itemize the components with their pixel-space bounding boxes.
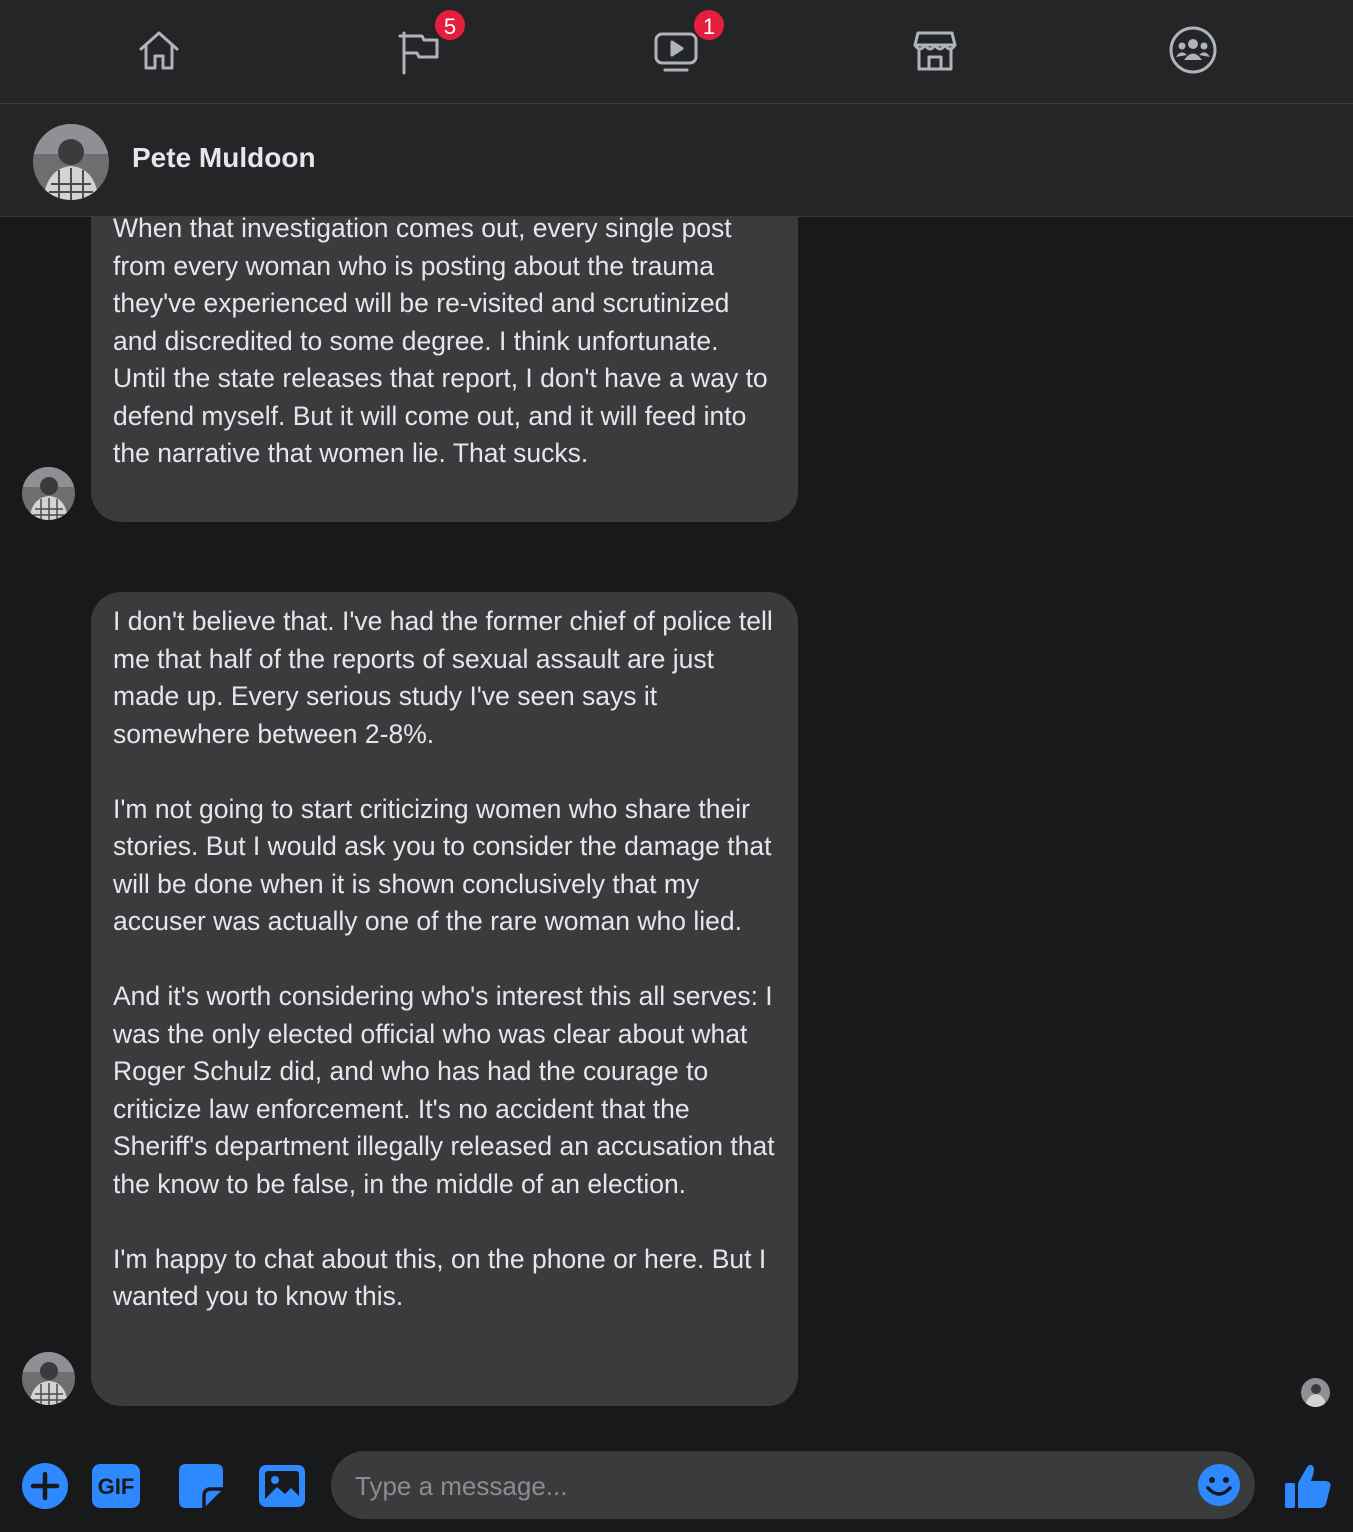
notification-badge: 5 [433,8,467,42]
nav-home[interactable] [131,22,187,78]
profile-photo-icon [22,467,75,520]
emoji-icon[interactable] [1197,1463,1241,1507]
gif-button[interactable]: GIF [91,1461,141,1511]
avatar[interactable] [33,124,109,200]
plus-circle-icon [22,1463,68,1509]
message-input-container [331,1451,1255,1521]
more-actions-button[interactable] [20,1461,70,1511]
thumbs-up-icon [1285,1464,1331,1508]
message-input[interactable] [353,1451,1187,1521]
nav-watch[interactable]: 1 [648,8,726,78]
nav-pages[interactable]: 5 [389,8,467,78]
contact-name[interactable]: Pete Muldoon [132,142,316,174]
sticker-icon [179,1464,223,1508]
groups-icon [1169,26,1217,74]
message-bubble[interactable]: When that investigation comes out, every… [91,217,798,522]
conversation-header: Pete Muldoon [0,104,1353,217]
marketplace-icon [913,31,957,71]
message-bubble[interactable]: I don't believe that. I've had the forme… [91,592,798,1406]
profile-photo-icon [1301,1378,1330,1407]
profile-photo-icon [22,1352,75,1405]
home-icon [139,31,179,70]
avatar[interactable] [22,1352,75,1405]
avatar[interactable] [22,467,75,520]
sticker-button[interactable] [176,1461,226,1511]
image-icon [259,1465,305,1507]
photo-button[interactable] [257,1461,307,1511]
nav-marketplace[interactable] [907,22,963,78]
svg-text:GIF: GIF [98,1474,135,1499]
notification-badge: 1 [692,8,726,42]
seen-indicator-avatar [1301,1378,1330,1407]
top-navigation-bar: 5 1 [0,0,1353,104]
message-thread[interactable]: When that investigation comes out, every… [0,217,1353,1432]
message-composer: GIF [0,1433,1353,1532]
profile-photo-icon [33,124,109,200]
like-button[interactable] [1283,1461,1333,1511]
nav-groups[interactable] [1165,22,1221,78]
gif-icon: GIF [92,1464,140,1508]
